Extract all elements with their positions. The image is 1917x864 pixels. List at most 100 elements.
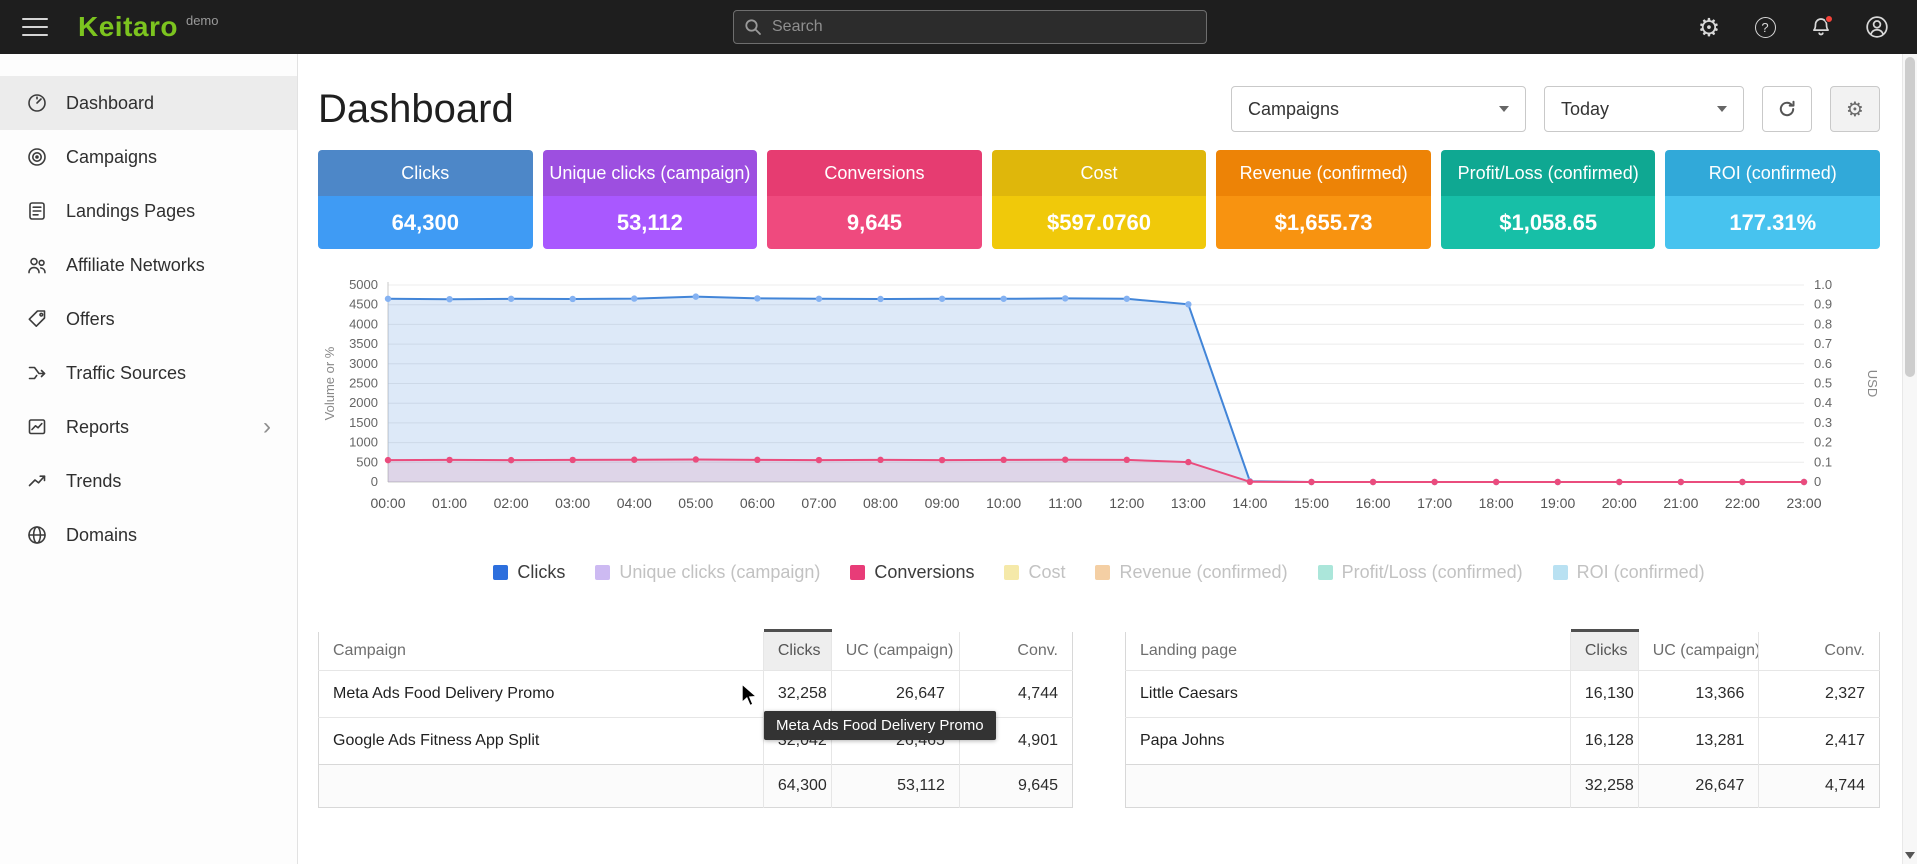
- metric-card-unique-clicks[interactable]: Unique clicks (campaign) 53,112: [543, 150, 758, 249]
- x-tick: 02:00: [494, 495, 529, 511]
- column-header-clicks[interactable]: Clicks: [1570, 631, 1638, 671]
- notifications-bell-icon[interactable]: [1808, 14, 1834, 40]
- metric-value: 177.31%: [1665, 196, 1880, 249]
- sidebar-item-offers[interactable]: Offers: [0, 292, 297, 346]
- metric-card-profit-loss[interactable]: Profit/Loss (confirmed) $1,058.65: [1441, 150, 1656, 249]
- table-row[interactable]: Little Caesars 16,130 13,366 2,327: [1126, 671, 1880, 718]
- totals-row: 64,300 53,112 9,645: [319, 765, 1073, 808]
- sidebar-item-dashboard[interactable]: Dashboard: [0, 76, 297, 130]
- menu-icon[interactable]: [22, 18, 48, 36]
- landing-name[interactable]: Little Caesars: [1126, 671, 1571, 718]
- legend-swatch: [493, 565, 508, 580]
- metric-card-revenue[interactable]: Revenue (confirmed) $1,655.73: [1216, 150, 1431, 249]
- column-header-landing-page[interactable]: Landing page: [1126, 631, 1571, 671]
- series-marker: [1678, 479, 1684, 485]
- search-input[interactable]: [772, 18, 1206, 36]
- campaigns-filter-select[interactable]: Campaigns: [1231, 86, 1526, 132]
- y-tick-left: 3500: [349, 336, 378, 351]
- logo-badge: demo: [186, 13, 219, 28]
- vertical-scrollbar[interactable]: [1902, 54, 1917, 864]
- metric-label: Profit/Loss (confirmed): [1441, 150, 1656, 196]
- landing-name[interactable]: Papa Johns: [1126, 718, 1571, 765]
- sidebar-item-label: Traffic Sources: [66, 363, 186, 384]
- series-marker: [1739, 479, 1745, 485]
- dashboard-controls: Campaigns Today ⚙: [1231, 86, 1880, 132]
- x-tick: 05:00: [678, 495, 713, 511]
- legend-item-revenue-confirmed-[interactable]: Revenue (confirmed): [1095, 562, 1287, 583]
- sidebar-item-affiliate-networks[interactable]: Affiliate Networks: [0, 238, 297, 292]
- settings-gear-icon[interactable]: ⚙: [1696, 14, 1722, 40]
- series-marker: [1000, 457, 1006, 463]
- global-search[interactable]: [733, 10, 1207, 44]
- campaign-name[interactable]: Google Ads Fitness App Split: [319, 718, 764, 765]
- account-avatar-icon[interactable]: [1864, 14, 1890, 40]
- sidebar: Dashboard Campaigns Landings Pages Affil…: [0, 54, 298, 864]
- chevron-right-icon: ›: [263, 415, 271, 439]
- chart-legend: Clicks Unique clicks (campaign) Conversion…: [318, 562, 1880, 583]
- x-tick: 10:00: [986, 495, 1021, 511]
- sidebar-item-trends[interactable]: Trends: [0, 454, 297, 508]
- x-tick: 06:00: [740, 495, 775, 511]
- campaigns-filter-value: Campaigns: [1248, 99, 1339, 120]
- legend-item-roi-confirmed-[interactable]: ROI (confirmed): [1553, 562, 1705, 583]
- series-marker: [877, 457, 883, 463]
- series-marker: [385, 457, 391, 463]
- legend-item-unique-clicks-campaign-[interactable]: Unique clicks (campaign): [595, 562, 820, 583]
- scroll-down-arrow[interactable]: [1905, 852, 1915, 859]
- sidebar-item-domains[interactable]: Domains: [0, 508, 297, 562]
- column-header-conv[interactable]: Conv.: [959, 631, 1072, 671]
- y-axis-label-right: USD: [1865, 370, 1880, 397]
- campaign-name[interactable]: Meta Ads Food Delivery Promo: [319, 671, 764, 718]
- scrollbar-thumb[interactable]: [1905, 57, 1915, 377]
- sidebar-item-label: Affiliate Networks: [66, 255, 205, 276]
- metric-card-cost[interactable]: Cost $597.0760: [992, 150, 1207, 249]
- metric-card-conversions[interactable]: Conversions 9,645: [767, 150, 982, 249]
- sidebar-item-landings[interactable]: Landings Pages: [0, 184, 297, 238]
- legend-label: Clicks: [517, 562, 565, 583]
- y-tick-right: 0.9: [1814, 297, 1832, 312]
- x-tick: 08:00: [863, 495, 898, 511]
- sidebar-item-traffic-sources[interactable]: Traffic Sources: [0, 346, 297, 400]
- help-icon[interactable]: ?: [1752, 14, 1778, 40]
- y-tick-right: 0.7: [1814, 336, 1832, 351]
- date-range-select[interactable]: Today: [1544, 86, 1744, 132]
- topbar: Keitaro demo ⚙ ?: [0, 0, 1917, 54]
- series-marker: [631, 457, 637, 463]
- legend-swatch: [850, 565, 865, 580]
- y-tick-left: 1500: [349, 415, 378, 430]
- cell-uc: 13,281: [1638, 718, 1759, 765]
- series-marker: [508, 457, 514, 463]
- legend-item-conversions[interactable]: Conversions: [850, 562, 974, 583]
- legend-label: Unique clicks (campaign): [619, 562, 820, 583]
- series-marker: [1185, 459, 1191, 465]
- app-logo[interactable]: Keitaro demo: [78, 11, 219, 43]
- column-header-uc[interactable]: UC (campaign): [1638, 631, 1759, 671]
- sidebar-item-campaigns[interactable]: Campaigns: [0, 130, 297, 184]
- refresh-button[interactable]: [1762, 86, 1812, 132]
- column-header-clicks[interactable]: Clicks: [763, 631, 831, 671]
- x-tick: 21:00: [1663, 495, 1698, 511]
- series-marker: [693, 456, 699, 462]
- column-header-conv[interactable]: Conv.: [1759, 631, 1880, 671]
- legend-item-profit-loss-confirmed-[interactable]: Profit/Loss (confirmed): [1318, 562, 1523, 583]
- x-tick: 03:00: [555, 495, 590, 511]
- x-tick: 09:00: [925, 495, 960, 511]
- y-tick-right: 0.8: [1814, 316, 1832, 331]
- metric-card-clicks[interactable]: Clicks 64,300: [318, 150, 533, 249]
- legend-item-cost[interactable]: Cost: [1004, 562, 1065, 583]
- page-title: Dashboard: [318, 87, 514, 132]
- series-marker: [1370, 479, 1376, 485]
- sidebar-item-reports[interactable]: Reports ›: [0, 400, 297, 454]
- column-header-uc[interactable]: UC (campaign): [831, 631, 959, 671]
- metric-card-roi[interactable]: ROI (confirmed) 177.31%: [1665, 150, 1880, 249]
- dashboard-settings-button[interactable]: ⚙: [1830, 86, 1880, 132]
- total-clicks: 64,300: [763, 765, 831, 808]
- x-tick: 11:00: [1048, 495, 1082, 511]
- legend-label: Revenue (confirmed): [1119, 562, 1287, 583]
- table-row[interactable]: Papa Johns 16,128 13,281 2,417: [1126, 718, 1880, 765]
- x-tick: 17:00: [1417, 495, 1452, 511]
- column-header-campaign[interactable]: Campaign: [319, 631, 764, 671]
- metric-label: Unique clicks (campaign): [543, 150, 758, 196]
- metric-label: Cost: [992, 150, 1207, 196]
- legend-item-clicks[interactable]: Clicks: [493, 562, 565, 583]
